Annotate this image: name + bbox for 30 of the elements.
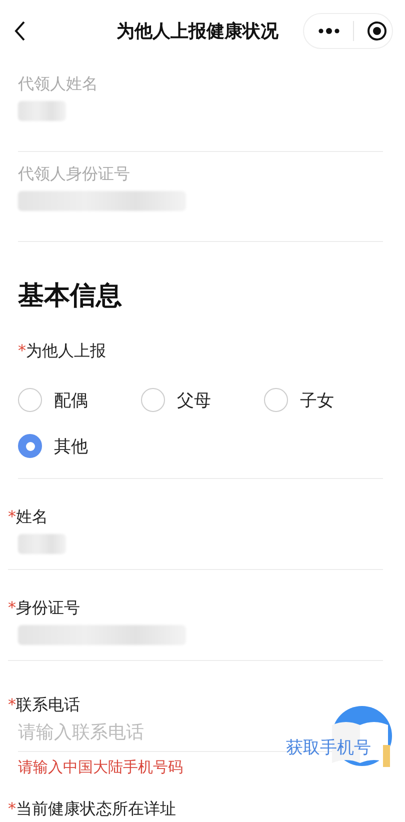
field-label: 当前健康状态所在详址 (16, 799, 176, 820)
redacted-value (18, 534, 66, 554)
redacted-value (18, 101, 66, 121)
required-mark: * (8, 507, 16, 526)
radio-button[interactable] (141, 388, 165, 412)
field-label: 为他人上报 (26, 341, 106, 362)
radio-option[interactable]: 配偶 (18, 388, 141, 412)
field-label: 代领人姓名 (18, 74, 99, 95)
page-title: 为他人上报健康状况 (116, 20, 278, 43)
required-mark: * (18, 341, 26, 360)
phone-input[interactable]: 请输入联系电话 (18, 716, 258, 751)
field-label: 联系电话 (16, 695, 80, 716)
section-title: 基本信息 (18, 280, 123, 313)
field-label: 身份证号 (16, 598, 80, 619)
more-icon[interactable] (318, 28, 340, 34)
radio-option[interactable]: 父母 (141, 388, 264, 412)
get-phone-button[interactable]: 获取手机号 (286, 736, 371, 759)
field-label: 姓名 (16, 507, 48, 528)
required-mark: * (8, 695, 16, 714)
radio-button[interactable] (18, 434, 42, 458)
required-mark: * (8, 799, 16, 818)
required-mark: * (8, 598, 16, 617)
error-message: 请输入中国大陆手机号码 (18, 758, 184, 777)
radio-button[interactable] (18, 388, 42, 412)
back-icon[interactable] (14, 21, 26, 41)
radio-option[interactable]: 其他 (18, 434, 141, 458)
close-icon[interactable] (367, 21, 387, 41)
radio-option[interactable]: 子女 (264, 388, 387, 412)
radio-button[interactable] (264, 388, 288, 412)
field-label: 代领人身份证号 (18, 164, 131, 185)
